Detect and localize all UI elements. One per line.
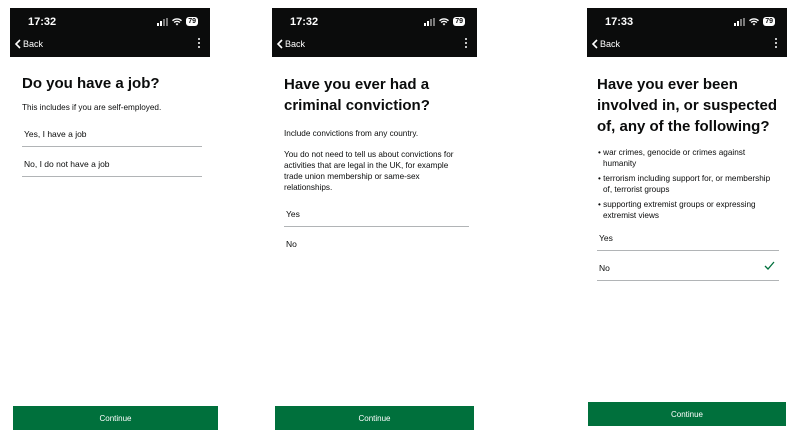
chevron-left-icon bbox=[14, 39, 21, 49]
option-no[interactable]: No, I do not have a job bbox=[22, 153, 202, 177]
page-title: Do you have a job? bbox=[22, 75, 160, 92]
signal-icon bbox=[157, 17, 169, 26]
option-label: Yes bbox=[286, 209, 300, 219]
continue-button[interactable]: Continue bbox=[275, 406, 474, 430]
option-label: No bbox=[286, 239, 297, 249]
wifi-icon bbox=[749, 17, 760, 25]
battery-icon: 79 bbox=[763, 17, 775, 26]
battery-icon: 79 bbox=[186, 17, 198, 26]
top-bar: 17:33 79 Back bbox=[587, 8, 787, 57]
back-button[interactable]: Back bbox=[276, 39, 305, 49]
option-yes[interactable]: Yes bbox=[597, 227, 779, 251]
back-label: Back bbox=[285, 39, 306, 49]
option-label: No, I do not have a job bbox=[24, 159, 110, 169]
option-no[interactable]: No bbox=[284, 233, 469, 256]
screen-conviction: 17:32 79 Back Have you ever had a crimin… bbox=[272, 8, 477, 436]
continue-button[interactable]: Continue bbox=[588, 402, 786, 426]
back-label: Back bbox=[23, 39, 44, 49]
hint-text: You do not need to tell us about convict… bbox=[284, 150, 454, 192]
signal-icon bbox=[424, 17, 436, 26]
top-bar: 17:32 79 Back bbox=[10, 8, 210, 57]
list-item: supporting extremist groups or expressin… bbox=[597, 199, 779, 221]
question-content: Have you ever been involved in, or suspe… bbox=[597, 74, 779, 281]
continue-button[interactable]: Continue bbox=[13, 406, 218, 430]
back-button[interactable]: Back bbox=[14, 39, 43, 49]
chevron-left-icon bbox=[591, 39, 598, 49]
status-time: 17:33 bbox=[605, 16, 634, 28]
option-label: Yes bbox=[599, 233, 613, 243]
option-yes[interactable]: Yes, I have a job bbox=[22, 123, 202, 147]
status-icons: 79 bbox=[734, 17, 775, 26]
wifi-icon bbox=[439, 17, 450, 25]
option-yes[interactable]: Yes bbox=[284, 203, 469, 227]
chevron-left-icon bbox=[276, 39, 283, 49]
battery-icon: 79 bbox=[453, 17, 465, 26]
criteria-list: war crimes, genocide or crimes against h… bbox=[597, 147, 779, 221]
list-item: war crimes, genocide or crimes against h… bbox=[597, 147, 779, 169]
signal-icon bbox=[734, 17, 746, 26]
question-content: Do you have a job? This includes if you … bbox=[22, 74, 202, 177]
top-bar: 17:32 79 Back bbox=[272, 8, 477, 57]
kebab-menu-icon[interactable] bbox=[198, 38, 202, 48]
status-icons: 79 bbox=[157, 17, 198, 26]
option-label: Yes, I have a job bbox=[24, 129, 87, 139]
screen-involvement: 17:33 79 Back Have you ever been involve… bbox=[587, 8, 787, 436]
status-time: 17:32 bbox=[290, 16, 319, 28]
hint-text: Include convictions from any country. bbox=[284, 129, 419, 138]
kebab-menu-icon[interactable] bbox=[465, 38, 469, 48]
kebab-menu-icon[interactable] bbox=[775, 38, 779, 48]
status-time: 17:32 bbox=[28, 16, 57, 28]
status-icons: 79 bbox=[424, 17, 465, 26]
option-no[interactable]: No bbox=[597, 257, 779, 281]
list-item: terrorism including support for, or memb… bbox=[597, 173, 779, 195]
question-content: Have you ever had a criminal conviction?… bbox=[284, 74, 469, 256]
wifi-icon bbox=[172, 17, 183, 25]
back-label: Back bbox=[600, 39, 621, 49]
page-title: Have you ever been involved in, or suspe… bbox=[597, 76, 778, 135]
option-label: No bbox=[599, 263, 610, 273]
back-button[interactable]: Back bbox=[591, 39, 620, 49]
checkmark-icon bbox=[764, 261, 775, 270]
screen-job: 17:32 79 Back Do you have a job? This in… bbox=[10, 8, 218, 436]
page-title: Have you ever had a criminal conviction? bbox=[284, 76, 430, 114]
hint-text: This includes if you are self-employed. bbox=[22, 103, 162, 112]
